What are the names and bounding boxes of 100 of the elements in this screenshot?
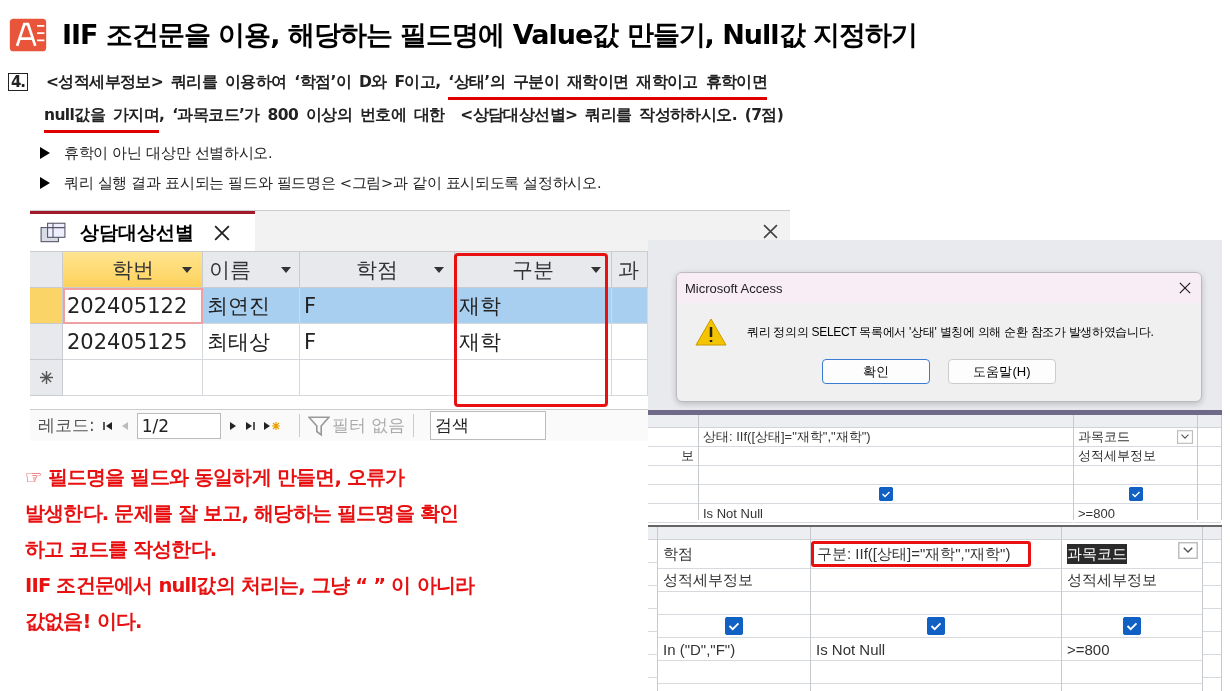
filter-icon [307, 414, 330, 437]
dialog-button[interactable]: 도움말(H) [948, 359, 1056, 384]
bullet-icon [40, 147, 50, 159]
column-header[interactable]: 학점 [300, 252, 455, 288]
question-text: , ‘과목코드’가 800 이상의 번호에 대한 <상담대상선별> 쿼리를 작성하하시오. (7점) [159, 105, 784, 126]
table-cell: 최연진 [203, 288, 300, 324]
column-selector[interactable] [1198, 415, 1221, 428]
question-number: 4. [8, 73, 28, 91]
field-expression[interactable]: 과목코드 [1078, 428, 1130, 446]
grid-cell[interactable]: >=800 [1074, 504, 1197, 523]
next-record-icon[interactable] [228, 420, 237, 431]
field-expression[interactable]: 구분: IIf([상태]="재학","재학") [811, 541, 1032, 567]
column-selector[interactable] [658, 527, 810, 540]
column-selector[interactable] [699, 415, 1073, 428]
query-tab[interactable]: 상담대상선별 [30, 211, 255, 251]
criteria-text: Is Not Null [703, 505, 763, 521]
table-cell [612, 288, 648, 324]
close-icon[interactable] [763, 223, 778, 239]
column-header[interactable]: 과 [612, 252, 648, 288]
grid-cell[interactable]: Is Not Null [811, 638, 1061, 661]
record-number-field[interactable]: 1/2 [136, 412, 221, 439]
page-title: IIF 조건문을 이용, 해당하는 필드명에 Value값 만들기, Null값 지정하기 [62, 18, 917, 52]
grid-cell[interactable] [1074, 485, 1197, 504]
column-selector[interactable] [1203, 527, 1221, 540]
first-record-icon[interactable] [102, 420, 113, 431]
question-text: <성적세부정보> 쿼리를 이용하여 ‘학점’이 D와 F이고, [46, 72, 442, 93]
select-all-corner[interactable] [30, 252, 63, 288]
grid-cell[interactable]: In ("D","F") [658, 638, 810, 661]
close-icon[interactable] [1179, 282, 1191, 294]
grid-cell[interactable] [1062, 615, 1202, 638]
column-selector[interactable] [811, 527, 1061, 540]
table-name: 보 [681, 447, 694, 465]
instruction-text: 휴학이 아닌 대상만 선별하시오. [64, 143, 273, 163]
note-text: 값없음! 이다. [25, 609, 143, 635]
grid-cell[interactable]: 보 [648, 447, 698, 466]
search-field[interactable]: 검색 [430, 411, 547, 440]
last-record-icon[interactable] [244, 420, 255, 431]
note-text: IIF 조건문에서 null값의 처리는, 그냥 “ ” 이 아니라 [25, 573, 475, 599]
dropdown-arrow-icon[interactable] [434, 267, 444, 273]
grid-cell[interactable]: 상태: IIf([상태]="재학","재학") [699, 428, 1073, 447]
table-cell: F [300, 288, 455, 324]
table-cell: 최태상 [203, 324, 300, 360]
grid-cell[interactable] [811, 615, 1061, 638]
column-header[interactable]: 이름 [203, 252, 300, 288]
checked-checkbox[interactable] [1123, 617, 1141, 635]
note-text: 하고 코드를 작성한다. [25, 537, 218, 563]
dropdown-button-icon[interactable] [1178, 542, 1198, 559]
grid-cell[interactable]: 구분: IIf([상태]="재학","재학") [811, 540, 1061, 569]
dropdown-button-icon[interactable] [1177, 430, 1193, 444]
note-text: 발생한다. 문제를 잘 보고, 해당하는 필드명을 확인 [25, 501, 460, 527]
field-expression[interactable]: 과목코드 [1067, 544, 1127, 564]
dropdown-arrow-icon[interactable] [182, 267, 192, 273]
criteria-text: In ("D","F") [663, 640, 736, 658]
table-name: 성적세부정보 [1067, 570, 1157, 590]
previous-record-icon[interactable] [120, 420, 129, 431]
dialog-button[interactable]: 확인 [822, 359, 930, 384]
checked-checkbox[interactable] [725, 617, 743, 635]
grid-cell[interactable]: 성적세부정보 [1074, 447, 1197, 466]
dialog-title: Microsoft Access [685, 280, 783, 296]
bullet-icon [40, 177, 50, 189]
table-name: 성적세부정보 [1078, 447, 1156, 465]
checked-checkbox[interactable] [1128, 487, 1143, 501]
column-header[interactable]: 구분 [455, 252, 612, 288]
grid-cell[interactable]: 성적세부정보 [1062, 569, 1202, 592]
table-cell: 재학 [455, 324, 612, 360]
criteria-text: >=800 [1067, 640, 1110, 658]
dropdown-arrow-icon[interactable] [281, 267, 291, 273]
close-icon[interactable] [214, 224, 230, 241]
table-name: 성적세부정보 [663, 570, 753, 590]
dropdown-arrow-icon[interactable] [591, 267, 601, 273]
row-selector[interactable] [30, 360, 63, 396]
field-expression[interactable]: 상태: IIf([상태]="재학","재학") [703, 428, 871, 446]
grid-cell[interactable] [658, 615, 810, 638]
table-cell: 202405125 [63, 324, 203, 360]
record-label: 레코드: [38, 414, 95, 437]
criteria-text: Is Not Null [816, 640, 886, 658]
grid-cell[interactable]: 과목코드 [1062, 540, 1202, 569]
dialog-message: 쿼리 정의의 SELECT 목록에서 '상태' 별칭에 의해 순환 참조가 발생하였습니다. [747, 323, 1154, 341]
grid-cell[interactable]: Is Not Null [699, 504, 1073, 523]
table-cell: 202405122 [63, 288, 203, 324]
checked-checkbox[interactable] [879, 487, 893, 501]
underlined-question-text: null값을 가지며 [44, 105, 160, 133]
table-cell: 재학 [455, 288, 612, 324]
query-icon [40, 221, 66, 244]
column-header[interactable]: 학번 [63, 252, 203, 288]
splitter-bar[interactable] [648, 410, 1222, 415]
column-selector[interactable] [648, 415, 698, 428]
field-expression[interactable]: 학점 [663, 544, 693, 564]
warning-icon [695, 318, 727, 346]
grid-cell[interactable]: 과목코드 [1074, 428, 1197, 447]
grid-cell[interactable]: 성적세부정보 [658, 569, 810, 592]
checked-checkbox[interactable] [927, 617, 945, 635]
new-record-icon [39, 371, 53, 384]
new-record-icon[interactable] [262, 420, 281, 431]
column-selector[interactable] [648, 527, 657, 540]
note-text: ☞ 필드명을 필드와 동일하게 만들면, 오류가 [25, 465, 406, 491]
grid-cell[interactable]: >=800 [1062, 638, 1202, 661]
grid-cell[interactable] [699, 485, 1073, 504]
instruction-text: 쿼리 실행 결과 표시되는 필드와 필드명은 <그림>과 같이 표시되도록 설정하시오. [64, 173, 602, 193]
grid-cell[interactable]: 학점 [658, 540, 810, 569]
